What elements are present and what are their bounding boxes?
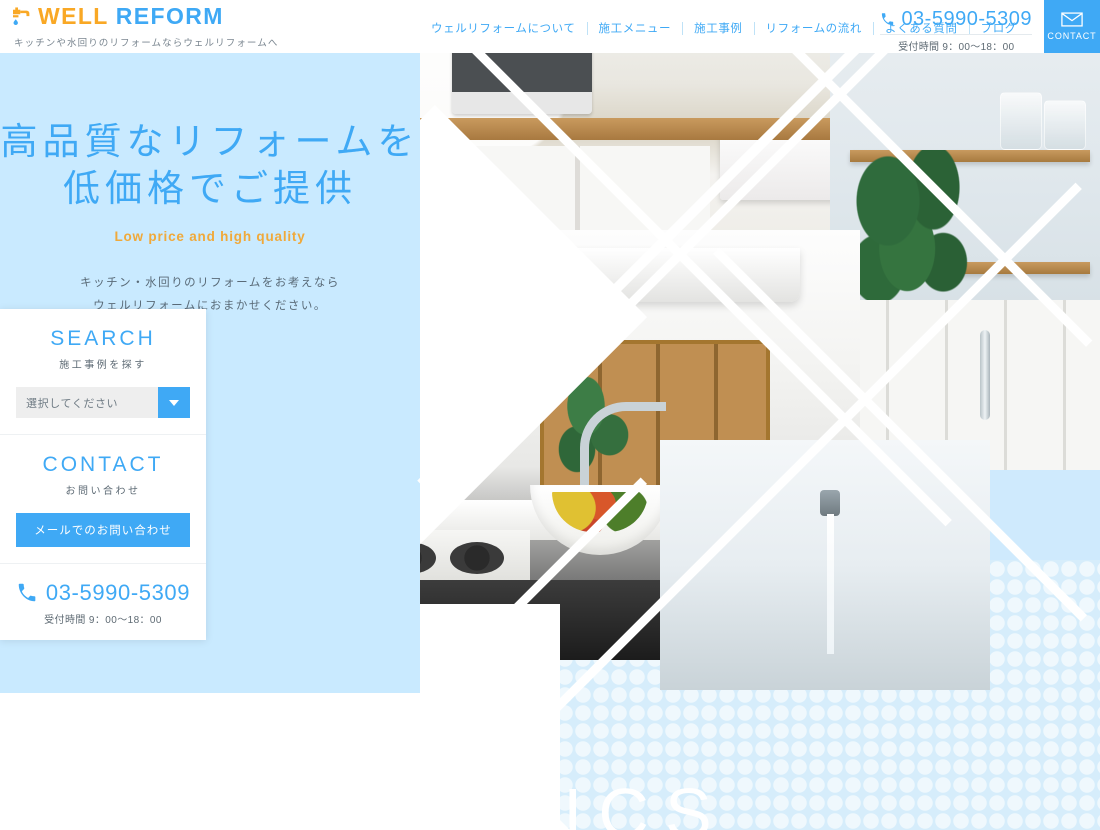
contact-subtitle: お問い合わせ xyxy=(65,486,141,497)
logo-word-well: WELL xyxy=(38,3,109,29)
phone-icon xyxy=(882,13,894,26)
hero-headline-line-1: 高品質なリフォームを xyxy=(0,121,420,162)
search-subtitle: 施工事例を探す xyxy=(59,360,147,371)
hero-description-line-1: キッチン・水回りのリフォームをお考えなら xyxy=(80,276,340,289)
case-study-select[interactable]: 選択してください xyxy=(16,387,190,418)
chevron-down-icon xyxy=(169,399,179,406)
email-contact-button[interactable]: メールでのお問い合わせ xyxy=(16,513,190,547)
contact-section: CONTACT お問い合わせ メールでのお問い合わせ xyxy=(0,435,206,564)
header-phone-block[interactable]: 03-5990-5309 受付時間 9：00〜18：00 xyxy=(880,8,1032,53)
topics-section-title: TOPICS xyxy=(372,774,728,830)
search-section: SEARCH 施工事例を探す 選択してください xyxy=(0,309,206,435)
logo-word-reform: REFORM xyxy=(115,3,224,29)
panel-phone-number[interactable]: 03-5990-5309 xyxy=(46,580,190,606)
header-phone-number[interactable]: 03-5990-5309 xyxy=(901,8,1032,31)
nav-item-flow[interactable]: リフォームの流れ xyxy=(755,20,873,36)
contact-title: CONTACT xyxy=(42,453,164,476)
hero-subtitle: Low price and high quality xyxy=(114,228,306,244)
left-side-panel: SEARCH 施工事例を探す 選択してください CONTACT お問い合わせ メ… xyxy=(0,309,206,640)
logo-tagline: キッチンや水回りのリフォームならウェルリフォームへ xyxy=(14,38,279,49)
nav-item-menu[interactable]: 施工メニュー xyxy=(588,20,683,36)
hero-copy-block: 高品質なリフォームを 低価格でご提供 Low price and high qu… xyxy=(0,118,420,318)
envelope-icon xyxy=(1061,12,1083,27)
site-header: WELL REFORM キッチンや水回りのリフォームならウェルリフォームへ ウェル… xyxy=(0,0,1100,53)
faucet-icon xyxy=(13,6,30,25)
select-value[interactable]: 選択してください xyxy=(16,387,158,418)
phone-icon xyxy=(18,583,36,602)
header-phone-hours: 受付時間 9：00〜18：00 xyxy=(880,34,1032,53)
search-title: SEARCH xyxy=(50,327,156,350)
page-root: TOPICS 高品質なリフォームを 低価格でご提供 Low price and … xyxy=(0,0,1100,830)
hero-headline-line-2: 低価格でご提供 xyxy=(63,168,357,210)
nav-item-cases[interactable]: 施工事例 xyxy=(683,20,753,36)
nav-item-about[interactable]: ウェルリフォームについて xyxy=(420,20,587,36)
header-contact-button[interactable]: CONTACT xyxy=(1044,0,1100,53)
site-logo[interactable]: WELL REFORM キッチンや水回りのリフォームならウェルリフォームへ xyxy=(12,5,278,49)
panel-phone-hours: 受付時間 9：00〜18：00 xyxy=(44,615,162,626)
panel-phone-section[interactable]: 03-5990-5309 受付時間 9：00〜18：00 xyxy=(0,564,206,640)
header-contact-label: CONTACT xyxy=(1047,31,1097,41)
select-dropdown-button[interactable] xyxy=(158,387,190,418)
